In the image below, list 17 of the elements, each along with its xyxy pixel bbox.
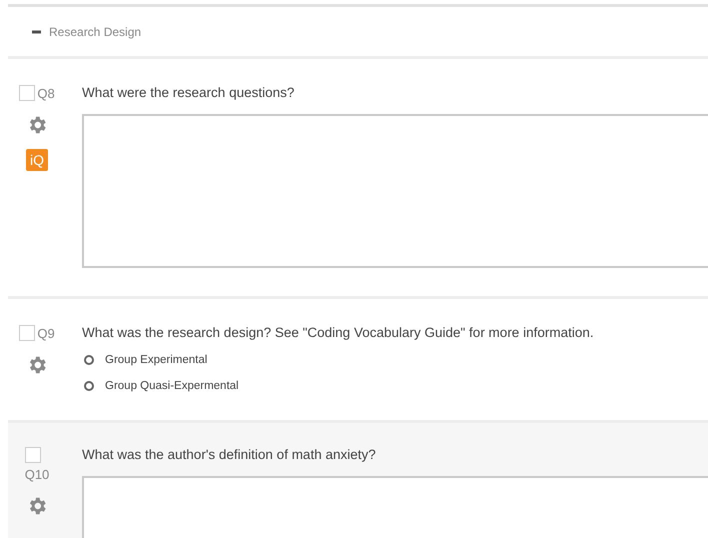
radio-button[interactable] — [84, 381, 94, 391]
option-label: Group Quasi-Expermental — [105, 380, 239, 392]
iq-badge[interactable]: iQ — [26, 149, 48, 171]
collapse-icon[interactable] — [32, 30, 41, 34]
question-number: Q10 — [24, 467, 50, 482]
question-checkbox[interactable] — [19, 325, 36, 341]
question-number: Q8 — [37, 86, 55, 100]
answer-box[interactable] — [82, 114, 708, 268]
block-title: Research Design — [49, 24, 142, 38]
question-text: What was the research design? See "Coding Vocabulary Guide" for more information. — [82, 325, 595, 340]
question-checkbox[interactable] — [19, 85, 36, 101]
question-text: What were the research questions? — [82, 85, 296, 100]
question-number: Q9 — [37, 326, 55, 340]
radio-button[interactable] — [84, 355, 94, 365]
option-label: Group Experimental — [105, 354, 208, 366]
question-checkbox[interactable] — [24, 447, 41, 463]
question-text: What was the author's definition of math anxiety? — [82, 447, 377, 462]
